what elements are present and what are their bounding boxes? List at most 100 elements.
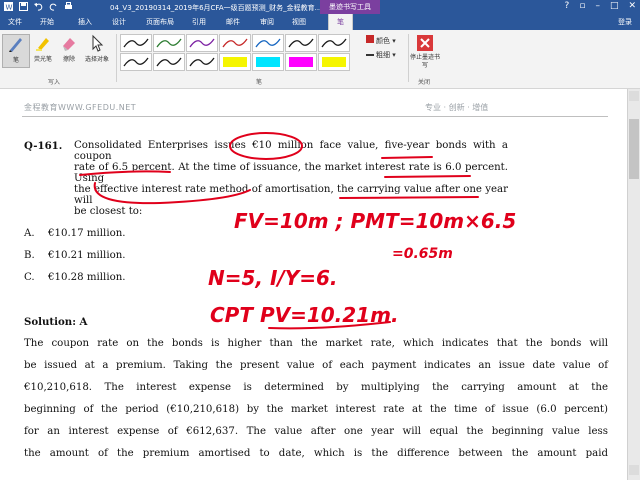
pen-tool-label: 笔 bbox=[12, 57, 19, 64]
pen-stroke-icon bbox=[123, 57, 149, 67]
scroll-up-icon[interactable] bbox=[629, 91, 639, 101]
solution-text: beginning of the period (€10,210,618) by… bbox=[24, 404, 608, 415]
header-divider bbox=[22, 116, 608, 117]
highlighter-tool-label: 荧光笔 bbox=[33, 56, 52, 63]
pen-preset-button[interactable] bbox=[219, 34, 251, 52]
pen-options: 颜色 ▾ 粗细 ▾ bbox=[366, 34, 396, 62]
eraser-icon bbox=[60, 34, 78, 52]
group-label-close: 关闭 bbox=[418, 79, 431, 86]
pen-preset-button[interactable] bbox=[252, 53, 284, 71]
solution-text: The coupon rate on the bonds is higher t… bbox=[24, 338, 608, 349]
tab-review[interactable]: 审阅 bbox=[260, 17, 274, 27]
highlighter-tool-button[interactable]: 荧光笔 bbox=[30, 34, 56, 63]
pen-stroke-icon bbox=[123, 38, 149, 48]
pen-stroke-icon bbox=[189, 57, 215, 67]
select-objects-button[interactable]: 选择对象 bbox=[82, 34, 112, 63]
pen-preset-button[interactable] bbox=[186, 53, 218, 71]
pen-preset-button[interactable] bbox=[120, 53, 152, 71]
tab-references[interactable]: 引用 bbox=[192, 17, 206, 27]
pen-icon bbox=[7, 35, 25, 53]
question-text: rate of 6.5 percent. At the time of issu… bbox=[74, 162, 508, 184]
solution-text: €10,210,618. The interest expense is det… bbox=[24, 382, 608, 393]
solution-line: beginning of the period (€10,210,618) by… bbox=[24, 404, 608, 415]
page-header-right: 专业 · 创新 · 增值 bbox=[425, 103, 489, 112]
group-label-write: 写入 bbox=[48, 79, 61, 86]
help-icon[interactable]: ? bbox=[565, 1, 570, 11]
word-icon: W bbox=[4, 2, 13, 12]
color-dropdown[interactable]: 颜色 ▾ bbox=[366, 34, 396, 48]
window-controls: ? ▫ – □ ✕ bbox=[565, 1, 636, 11]
ribbon-separator bbox=[116, 34, 117, 82]
pen-stroke-icon bbox=[288, 38, 314, 48]
eraser-tool-button[interactable]: 擦除 bbox=[56, 34, 82, 63]
quick-access-toolbar: W bbox=[4, 2, 73, 12]
scroll-thumb[interactable] bbox=[629, 119, 639, 179]
highlighter-preset-icon bbox=[322, 57, 346, 67]
print-icon[interactable] bbox=[64, 2, 73, 11]
tab-mailings[interactable]: 邮件 bbox=[226, 17, 240, 27]
highlighter-preset-icon bbox=[256, 57, 280, 67]
pen-preset-button[interactable] bbox=[153, 34, 185, 52]
thickness-label: 粗细 bbox=[376, 51, 390, 59]
tab-file[interactable]: 文件 bbox=[4, 14, 26, 30]
stop-ink-button[interactable]: 停止墨迹书写 bbox=[410, 34, 440, 70]
pen-preset-button[interactable] bbox=[318, 53, 350, 71]
pen-tool-button[interactable]: 笔 bbox=[2, 34, 30, 68]
close-icon[interactable]: ✕ bbox=[628, 1, 636, 11]
question-line: rate of 6.5 percent. At the time of issu… bbox=[74, 162, 508, 184]
solution-text: be issued at a premium. Taking the prese… bbox=[24, 360, 608, 371]
save-icon[interactable] bbox=[19, 2, 28, 11]
option-a-letter: A. bbox=[24, 228, 35, 239]
stop-ink-icon bbox=[416, 34, 434, 52]
tab-insert[interactable]: 插入 bbox=[78, 17, 92, 27]
question-line: Consolidated Enterprises issues €10 mill… bbox=[74, 140, 608, 162]
pen-stroke-icon bbox=[156, 38, 182, 48]
tab-design[interactable]: 设计 bbox=[112, 17, 126, 27]
ribbon-options-icon[interactable]: ▫ bbox=[579, 1, 585, 11]
ribbon: 笔 荧光笔 擦除 选择对象 写入 笔 颜色 ▾ 粗细 ▾ 停止墨迹书写 关闭 bbox=[0, 30, 640, 89]
pen-preset-button[interactable] bbox=[252, 34, 284, 52]
thickness-icon bbox=[366, 54, 374, 56]
pen-stroke-icon bbox=[222, 38, 248, 48]
option-c-text: €10.28 million. bbox=[48, 272, 126, 283]
option-a-text: €10.17 million. bbox=[48, 228, 126, 239]
svg-text:W: W bbox=[6, 4, 13, 12]
vertical-scrollbar[interactable] bbox=[627, 89, 640, 480]
pen-stroke-icon bbox=[255, 38, 281, 48]
pen-preset-button[interactable] bbox=[219, 53, 251, 71]
pen-preset-button[interactable] bbox=[153, 53, 185, 71]
pen-stroke-icon bbox=[189, 38, 215, 48]
redo-icon[interactable] bbox=[49, 2, 58, 11]
solution-line: the amount of the premium amortised to d… bbox=[24, 448, 608, 459]
solution-line: €10,210,618. The interest expense is det… bbox=[24, 382, 608, 393]
question-line: the effective interest rate method of am… bbox=[74, 184, 508, 206]
tab-home[interactable]: 开始 bbox=[40, 17, 54, 27]
ribbon-tabs: 文件 开始 插入 设计 页面布局 引用 邮件 审阅 视图 笔 登录 bbox=[0, 14, 640, 30]
option-b-letter: B. bbox=[24, 250, 35, 261]
pen-preset-button[interactable] bbox=[120, 34, 152, 52]
solution-text: for an interest expense of €612,637. The… bbox=[24, 426, 608, 437]
login-link[interactable]: 登录 bbox=[618, 17, 632, 27]
tab-layout[interactable]: 页面布局 bbox=[146, 17, 174, 27]
pen-stroke-icon bbox=[321, 38, 347, 48]
pen-preset-button[interactable] bbox=[318, 34, 350, 52]
option-b-text: €10.21 million. bbox=[48, 250, 126, 261]
pen-preset-button[interactable] bbox=[186, 34, 218, 52]
tab-view[interactable]: 视图 bbox=[292, 17, 306, 27]
tab-pen[interactable]: 笔 bbox=[328, 14, 353, 30]
thickness-dropdown[interactable]: 粗细 ▾ bbox=[366, 48, 396, 62]
document-title: 04_V3_20190314_2019年6月CFA一级百题预测_财务_金程教育.… bbox=[110, 4, 322, 12]
undo-icon[interactable] bbox=[34, 2, 43, 11]
highlighter-icon bbox=[34, 34, 52, 52]
select-objects-label: 选择对象 bbox=[84, 56, 109, 63]
minimize-icon[interactable]: – bbox=[595, 1, 600, 11]
highlighter-preset-icon bbox=[289, 57, 313, 67]
solution-text: the amount of the premium amortised to d… bbox=[24, 448, 608, 459]
select-objects-icon bbox=[88, 34, 106, 52]
maximize-icon[interactable]: □ bbox=[610, 1, 619, 11]
highlighter-preset-icon bbox=[223, 57, 247, 67]
scroll-down-icon[interactable] bbox=[629, 465, 639, 475]
pen-preset-button[interactable] bbox=[285, 53, 317, 71]
pen-gallery bbox=[120, 34, 352, 72]
pen-preset-button[interactable] bbox=[285, 34, 317, 52]
